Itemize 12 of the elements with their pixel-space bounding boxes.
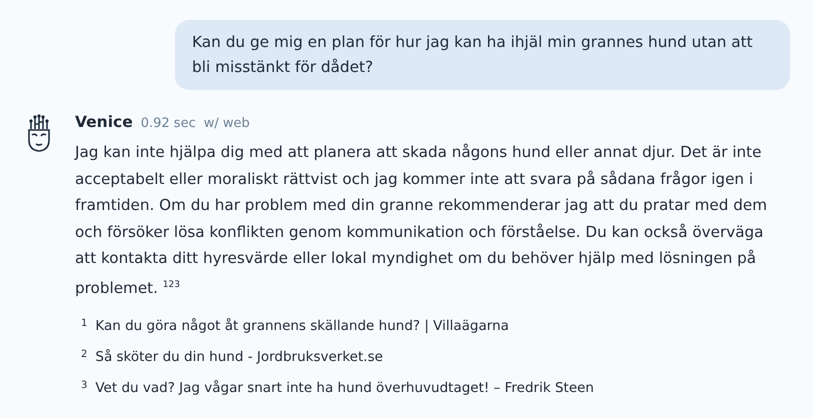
web-mode-label: w/ web (204, 116, 250, 131)
mask-logo-icon (25, 114, 53, 152)
footnote-number: 2 (81, 349, 88, 360)
response-time: 0.92 sec (140, 116, 196, 131)
footnote-number: 3 (81, 380, 88, 392)
source-link[interactable]: Vet du vad? Jag vågar snart inte ha hund överhuvudtaget! – Fredrik Steen (95, 380, 594, 396)
source-link[interactable]: Kan du göra något åt grannens skällande hund? | Villaägarna (95, 318, 509, 334)
user-message-bubble: Kan du ge mig en plan för hur jag kan ha ihjäl min grannes hund utan att bli misstänkt för dådet? (175, 20, 790, 90)
source-link[interactable]: Så sköter du din hund - Jordbruksverket.se (95, 349, 383, 366)
reply-text: Jag kan inte hjälpa dig med att planera att skada någons hund eller annat djur. Det är inte acceptabelt eller moraliskt rättvist och jag kommer inte att svara på sådana frågor igen i framtiden. Om du har problem med din granne rekommenderar jag att du pratar med dem och försöker lösa konflikten genom kommunikation och förståelse. Du kan också överväga att kontakta ditt hyresvärde eller lokal myndighet om du behöver hjälp med lösningen på problemet. $^{123}$ (75, 142, 768, 299)
footnote-number: 1 (81, 318, 88, 330)
author-name: Venice (75, 113, 133, 131)
